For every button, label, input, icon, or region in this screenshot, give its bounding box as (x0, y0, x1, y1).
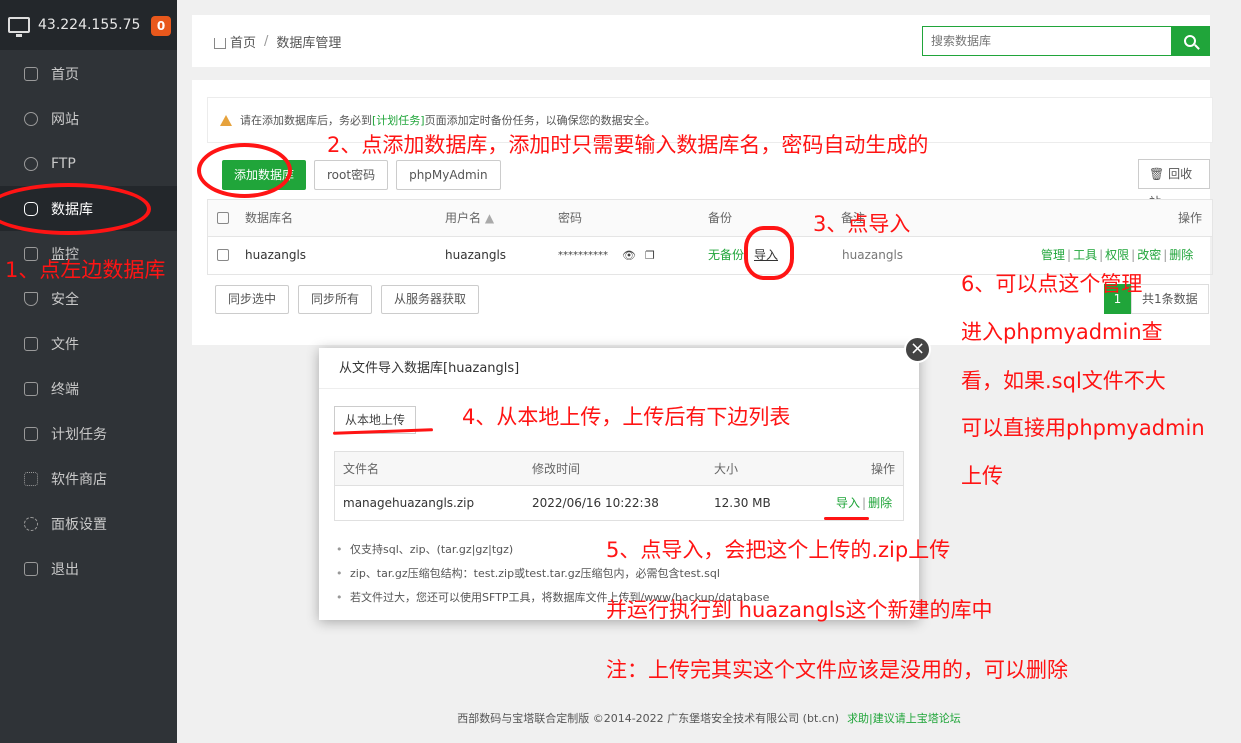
search-button[interactable] (1171, 27, 1209, 55)
manage-link[interactable]: 管理 (1041, 248, 1065, 262)
annotation-step3: 3、点导入 (813, 212, 911, 236)
tools-link[interactable]: 工具 (1073, 248, 1097, 262)
file-table-header: 文件名 修改时间 大小 操作 (335, 452, 903, 486)
database-panel: 请在添加数据库后，务必到 [计划任务] 页面添加定时备份任务，以确保您的数据安全。 … (192, 80, 1213, 345)
cron-link[interactable]: [计划任务] (372, 112, 425, 128)
sort-asc-icon: ▲ (484, 211, 495, 225)
dialog-title: 从文件导入数据库[huazangls] (319, 348, 919, 389)
search-input[interactable] (923, 27, 1171, 55)
total-count: 共1条数据 (1131, 284, 1209, 314)
calendar-icon (24, 426, 38, 441)
monitor-icon (8, 17, 30, 37)
file-import-link[interactable]: 导入 (836, 496, 860, 510)
file-size: 12.30 MB (714, 496, 771, 510)
annotation-underline-import (824, 517, 869, 520)
server-header: 43.224.155.75 0 (0, 0, 177, 50)
globe-icon (24, 111, 38, 126)
file-actions: 导入 | 删除 (836, 496, 893, 510)
import-dialog: 从文件导入数据库[huazangls] × 从本地上传 文件名 修改时间 大小 … (319, 336, 931, 620)
search-box (922, 26, 1210, 56)
db-remark[interactable]: huazangls (842, 237, 903, 274)
annotation-step6-line2: 进入phpmyadmin查 (961, 320, 1163, 344)
bottom-toolbar: 同步选中 同步所有 从服务器获取 (215, 285, 480, 314)
tip-item: zip、tar.gz压缩包结构：test.zip或test.tar.gz压缩包内… (334, 562, 769, 586)
file-table: 文件名 修改时间 大小 操作 managehuazangls.zip 2022/… (334, 451, 904, 521)
annotation-step5b: 并运行执行到 huazangls这个新建的库中 (606, 598, 993, 622)
file-name: managehuazangls.zip (343, 496, 475, 510)
show-password-icon[interactable]: 👁 (622, 237, 636, 274)
file-row: managehuazangls.zip 2022/06/16 10:22:38 … (335, 486, 903, 520)
copy-icon[interactable]: ❐ (645, 237, 655, 274)
sidebar-item-ftp[interactable]: FTP (0, 141, 177, 186)
shield-icon (24, 291, 38, 306)
annotation-step6-line5: 上传 (961, 464, 1003, 488)
sidebar-item-website[interactable]: 网站 (0, 96, 177, 141)
sort-username-header[interactable]: 用户名 ▲ (445, 200, 494, 237)
annotation-step6-line1: 6、可以点这个管理 (961, 272, 1143, 296)
sidebar-item-logout[interactable]: 退出 (0, 546, 177, 591)
home-icon (24, 66, 38, 81)
close-icon[interactable]: × (904, 336, 931, 363)
breadcrumb: 首页 / 数据库管理 (214, 32, 341, 51)
sidebar-item-terminal[interactable]: 终端 (0, 366, 177, 411)
search-icon (1184, 35, 1196, 47)
db-name: huazangls (245, 248, 307, 262)
sidebar-item-settings[interactable]: 面板设置 (0, 501, 177, 546)
annotation-step2: 2、点添加数据库，添加时只需要输入数据库名，密码自动生成的 (327, 133, 929, 157)
root-password-button[interactable]: root密码 (314, 160, 389, 190)
home-icon (214, 38, 226, 49)
forum-link[interactable]: 求助|建议请上宝塔论坛 (847, 712, 961, 725)
change-password-link[interactable]: 改密 (1137, 248, 1161, 262)
sidebar: 43.224.155.75 0 首页 网站 FTP 数据库 监控 安全 文件 终… (0, 0, 177, 743)
folder-icon (24, 336, 38, 351)
annotation-step5: 5、点导入，会把这个上传的.zip上传 (606, 538, 951, 562)
breadcrumb-current: 数据库管理 (276, 36, 342, 51)
permission-link[interactable]: 权限 (1105, 248, 1129, 262)
annotation-circle-add (197, 143, 292, 198)
breadcrumb-separator: / (264, 34, 269, 49)
server-ip: 43.224.155.75 (38, 17, 141, 33)
gear-icon (24, 516, 38, 531)
db-password: ********** (558, 250, 608, 261)
trash-icon: 🗑 (1149, 167, 1165, 181)
annotation-step6-line3: 看，如果.sql文件不大 (961, 369, 1166, 393)
apps-icon (24, 471, 38, 486)
fetch-from-server-button[interactable]: 从服务器获取 (381, 285, 480, 314)
phpmyadmin-button[interactable]: phpMyAdmin (396, 160, 501, 190)
select-all-checkbox[interactable] (217, 212, 229, 224)
sidebar-item-store[interactable]: 软件商店 (0, 456, 177, 501)
sidebar-item-home[interactable]: 首页 (0, 51, 177, 96)
annotation-step6-line4: 可以直接用phpmyadmin (961, 416, 1205, 440)
notification-badge[interactable]: 0 (151, 16, 171, 36)
db-user: huazangls (445, 248, 507, 262)
sync-all-button[interactable]: 同步所有 (298, 285, 373, 314)
file-mtime: 2022/06/16 10:22:38 (532, 496, 659, 510)
sidebar-item-cron[interactable]: 计划任务 (0, 411, 177, 456)
database-table: 数据库名 用户名 ▲ 密码 备份 备注 操作 huazangls huazang… (207, 199, 1213, 275)
row-checkbox[interactable] (217, 249, 229, 261)
breadcrumb-home[interactable]: 首页 (230, 32, 256, 51)
sidebar-item-files[interactable]: 文件 (0, 321, 177, 366)
terminal-icon (24, 381, 38, 396)
table-header: 数据库名 用户名 ▲ 密码 备份 备注 操作 (208, 200, 1212, 237)
copyright: 西部数码与宝塔联合定制版 ©2014-2022 广东堡塔安全技术有限公司 (bt… (457, 712, 840, 725)
logout-icon (24, 561, 38, 576)
delete-link[interactable]: 删除 (1169, 248, 1193, 262)
ftp-icon (24, 156, 38, 171)
recycle-bin-button[interactable]: 🗑 回收站 (1138, 159, 1210, 209)
file-delete-link[interactable]: 删除 (868, 496, 892, 510)
footer: 西部数码与宝塔联合定制版 ©2014-2022 广东堡塔安全技术有限公司 (bt… (177, 710, 1241, 726)
header-bar: 首页 / 数据库管理 (192, 15, 1210, 67)
annotation-circle-import (744, 226, 794, 280)
backup-none-link[interactable]: 无备份 (708, 237, 744, 274)
warning-icon (220, 114, 232, 126)
annotation-note: 注：上传完其实这个文件应该是没用的，可以删除 (606, 658, 1068, 682)
annotation-step4: 4、从本地上传，上传后有下边列表 (462, 405, 791, 429)
sync-selected-button[interactable]: 同步选中 (215, 285, 290, 314)
annotation-step1: 1、点左边数据库 (5, 258, 166, 282)
